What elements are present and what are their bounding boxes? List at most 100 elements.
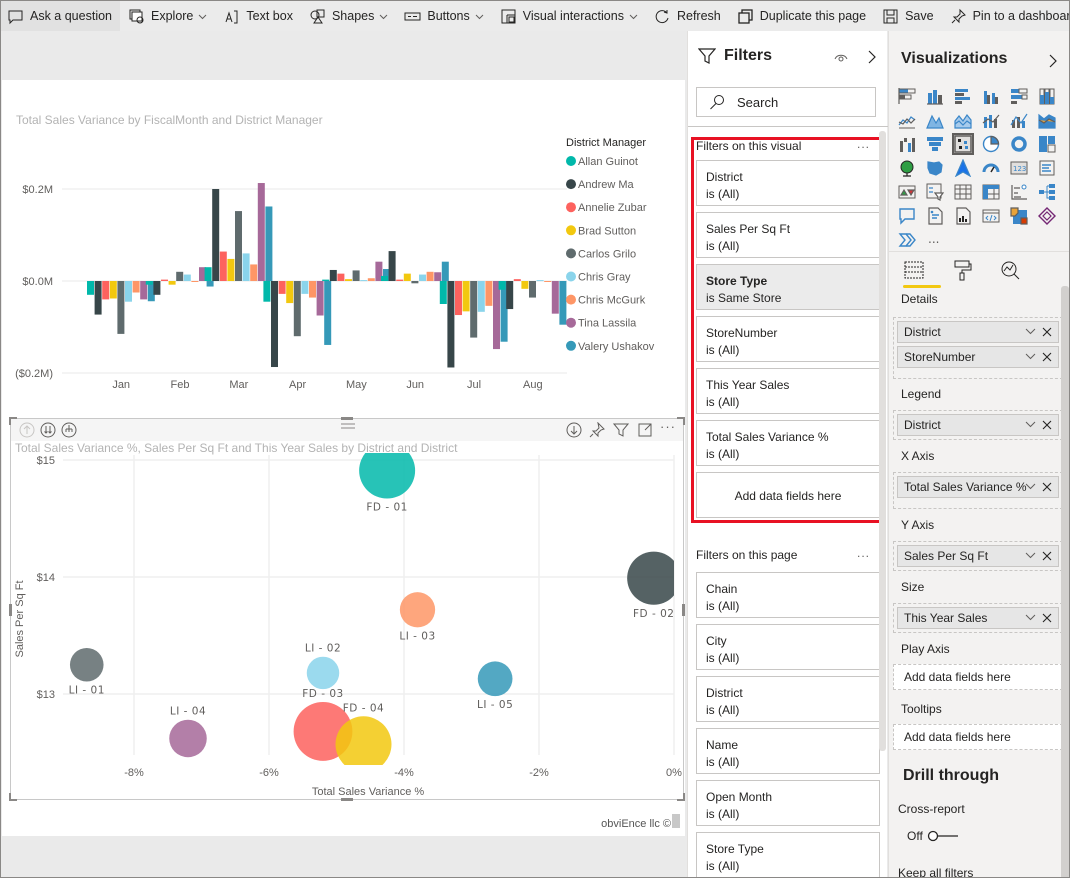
bar-chris-mcgurk-feb[interactable] xyxy=(191,281,199,282)
resize-handle-bottom-right[interactable] xyxy=(677,793,685,801)
well-legend[interactable]: District xyxy=(893,410,1063,440)
duplicate-page-button[interactable]: Duplicate this page xyxy=(729,1,874,31)
bar-tina-lassila-aug[interactable] xyxy=(551,281,559,314)
filter-card-chain[interactable]: Chain is (All) xyxy=(696,572,880,618)
viz-stacked-column-chart[interactable] xyxy=(921,84,949,108)
resize-handle-bottom-left[interactable] xyxy=(9,793,17,801)
bubble-li-03[interactable] xyxy=(399,592,436,628)
chevron-down-icon[interactable] xyxy=(1025,551,1036,560)
viz-stacked-area-chart[interactable] xyxy=(949,108,977,132)
chevron-down-icon[interactable] xyxy=(1025,327,1036,336)
well-play-axis[interactable]: Add data fields here xyxy=(893,664,1063,690)
viz-line-stacked-column-chart[interactable] xyxy=(1005,108,1033,132)
bar-annelie-zubar-apr[interactable] xyxy=(278,281,286,294)
bar-allan-guinot-apr[interactable] xyxy=(263,281,271,302)
chevron-right-icon[interactable] xyxy=(1047,53,1059,69)
bubble-li-05[interactable] xyxy=(477,661,513,697)
field-pill[interactable]: District xyxy=(897,321,1059,343)
well-size[interactable]: This Year Sales xyxy=(893,603,1063,633)
field-pill[interactable]: Total Sales Variance % xyxy=(897,476,1059,498)
filter-card-district[interactable]: District is (All) xyxy=(696,676,880,722)
more-options-icon[interactable]: ... xyxy=(857,546,870,560)
field-pill[interactable]: Sales Per Sq Ft xyxy=(897,545,1059,567)
save-button[interactable]: Save xyxy=(874,1,942,31)
legend-item[interactable]: Brad Sutton xyxy=(578,225,636,237)
bubble-fd-04[interactable] xyxy=(335,716,392,772)
bar-brad-sutton-mar[interactable] xyxy=(227,258,235,281)
bar-andrew-ma-jun[interactable] xyxy=(388,251,396,281)
bar-andrew-ma-jan[interactable] xyxy=(94,281,102,315)
bubble-li-02[interactable] xyxy=(306,656,340,690)
resize-handle-top-left[interactable] xyxy=(9,417,17,425)
ask-question-button[interactable]: Ask a question xyxy=(1,1,120,31)
viz-qa[interactable] xyxy=(893,204,921,228)
bar-carlos-grilo-may[interactable] xyxy=(352,270,360,281)
bar-chris-gray-jan[interactable] xyxy=(125,281,132,302)
explore-button[interactable]: Explore xyxy=(120,1,215,31)
viz-slicer[interactable] xyxy=(921,180,949,204)
legend-item[interactable]: Annelie Zubar xyxy=(578,202,647,214)
resize-handle-left[interactable] xyxy=(9,604,12,616)
bar-tina-lassila-mar[interactable] xyxy=(257,183,265,281)
bar-chris-gray-jun[interactable] xyxy=(419,274,426,281)
bar-brad-sutton-apr[interactable] xyxy=(286,281,294,304)
refresh-button[interactable]: Refresh xyxy=(646,1,729,31)
bar-chart-visual[interactable]: Total Sales Variance by FiscalMonth and … xyxy=(2,80,685,410)
more-options-icon[interactable]: ... xyxy=(857,137,870,151)
legend-item[interactable]: Tina Lassila xyxy=(578,318,637,330)
bar-annelie-zubar-may[interactable] xyxy=(337,273,345,281)
viz-arcgis-map[interactable] xyxy=(1005,204,1033,228)
bar-andrew-ma-may[interactable] xyxy=(329,269,337,281)
viz-clustered-bar-chart[interactable] xyxy=(949,84,977,108)
viz-key-influencers[interactable] xyxy=(1005,180,1033,204)
bar-chris-gray-jul[interactable] xyxy=(477,281,485,312)
visual-interactions-button[interactable]: Visual interactions xyxy=(492,1,646,31)
viz-funnel-chart[interactable] xyxy=(921,132,949,156)
viz-area-chart[interactable] xyxy=(921,108,949,132)
remove-field-icon[interactable] xyxy=(1042,327,1052,337)
filter-card-storenumber[interactable]: StoreNumber is (All) xyxy=(696,316,880,362)
bar-allan-guinot-jul[interactable] xyxy=(439,281,447,304)
bar-andrew-ma-aug[interactable] xyxy=(506,281,514,310)
legend-item[interactable]: Chris McGurk xyxy=(578,295,646,307)
bar-annelie-zubar-jun[interactable] xyxy=(396,279,404,281)
text-box-button[interactable]: Text box xyxy=(215,1,301,31)
viz-smart-narrative[interactable] xyxy=(921,204,949,228)
field-pill[interactable]: This Year Sales xyxy=(897,607,1059,629)
buttons-button[interactable]: Buttons xyxy=(396,1,491,31)
bar-chris-gray-mar[interactable] xyxy=(242,253,250,281)
bar-tina-lassila-jul[interactable] xyxy=(493,281,500,350)
remove-field-icon[interactable] xyxy=(1042,482,1052,492)
bar-chris-mcgurk-jan[interactable] xyxy=(132,281,140,293)
bubble-fd-02[interactable] xyxy=(627,551,680,605)
bar-allan-guinot-jun[interactable] xyxy=(381,275,388,281)
bar-carlos-grilo-aug[interactable] xyxy=(529,281,536,298)
chevron-down-icon[interactable] xyxy=(1025,482,1036,491)
bar-valery-ushakov-mar[interactable] xyxy=(265,206,273,281)
viz-clustered-column-chart[interactable] xyxy=(977,84,1005,108)
remove-field-icon[interactable] xyxy=(1042,551,1052,561)
legend-item[interactable]: Carlos Grilo xyxy=(578,248,636,260)
filter-card-store-type[interactable]: Store Type is (All) xyxy=(696,832,880,877)
well-x-axis[interactable]: Total Sales Variance % xyxy=(893,472,1063,509)
viz-kpi[interactable] xyxy=(893,180,921,204)
viz-card[interactable]: 123 xyxy=(1005,156,1033,180)
viz-decomposition-tree[interactable] xyxy=(1033,180,1061,204)
bar-allan-guinot-may[interactable] xyxy=(322,279,330,281)
bar-andrew-ma-jul[interactable] xyxy=(447,281,455,368)
filter-card-city[interactable]: City is (All) xyxy=(696,624,880,670)
viz-stacked-bar-chart[interactable] xyxy=(893,84,921,108)
bubble-li-01[interactable] xyxy=(69,647,104,682)
filter-card-name[interactable]: Name is (All) xyxy=(696,728,880,774)
tab-format[interactable] xyxy=(949,257,975,283)
bar-carlos-grilo-feb[interactable] xyxy=(176,271,184,281)
filters-scrollbar[interactable] xyxy=(879,131,886,751)
filter-card-open-month[interactable]: Open Month is (All) xyxy=(696,780,880,826)
viz-treemap[interactable] xyxy=(1033,132,1061,156)
bar-carlos-grilo-jul[interactable] xyxy=(470,281,478,338)
bar-tina-lassila-apr[interactable] xyxy=(316,281,324,316)
filter-card-store-type[interactable]: Store Type is Same Store xyxy=(696,264,880,310)
bar-valery-ushakov-feb[interactable] xyxy=(206,281,214,287)
eye-icon[interactable] xyxy=(834,52,848,64)
viz-more-visuals[interactable]: ... xyxy=(921,228,949,252)
